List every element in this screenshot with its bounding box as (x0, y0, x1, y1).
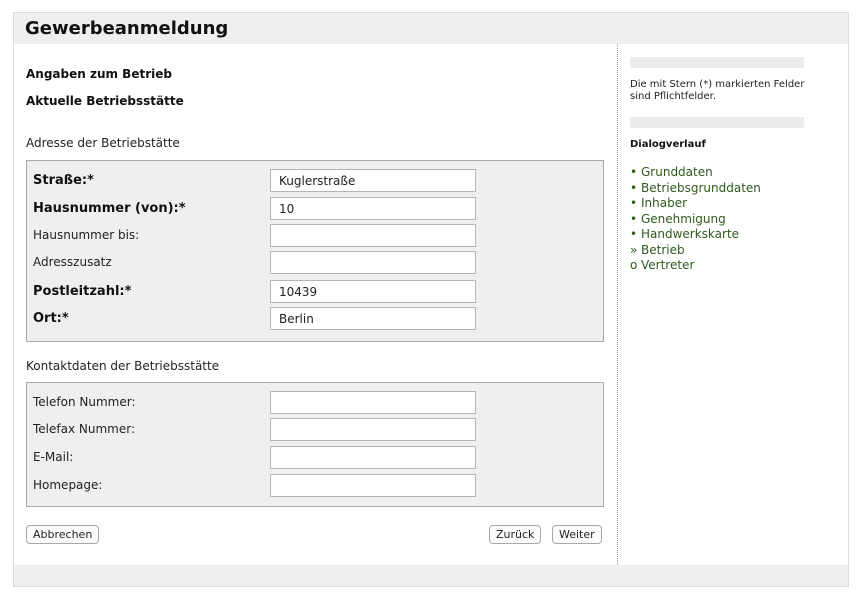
strasse-input[interactable] (270, 169, 476, 192)
field-row-hausnummer-bis: Hausnummer bis: (27, 224, 603, 248)
field-row-adresszusatz: Adresszusatz (27, 251, 603, 275)
dialog-step-betriebsgrunddaten[interactable]: • Betriebsgrunddaten (630, 181, 761, 197)
field-row-telefon: Telefon Nummer: (27, 391, 603, 415)
heading-betriebsstaette: Aktuelle Betriebsstätte (26, 94, 184, 108)
bullet-icon: • (630, 196, 638, 210)
dialog-step-inhaber[interactable]: • Inhaber (630, 196, 761, 212)
field-row-hausnummer-von: Hausnummer (von):* (27, 197, 603, 221)
dialog-step-grunddaten[interactable]: • Grunddaten (630, 165, 761, 181)
next-button[interactable]: Weiter (552, 525, 602, 544)
bullet-icon: • (630, 180, 638, 195)
sidebar-divider-middle (630, 117, 804, 128)
back-button[interactable]: Zurück (489, 525, 542, 544)
footer-bar (14, 565, 848, 586)
telefon-label: Telefon Nummer: (33, 395, 136, 409)
contact-fieldset: Telefon Nummer: Telefax Nummer: E-Mail: … (26, 382, 604, 507)
postleitzahl-input[interactable] (270, 280, 476, 303)
dialog-step-vertreter: o Vertreter (630, 258, 695, 272)
title-bar: Gewerbeanmeldung (14, 13, 848, 44)
homepage-label: Homepage: (33, 478, 103, 492)
heading-betrieb: Angaben zum Betrieb (26, 67, 172, 81)
cancel-button[interactable]: Abbrechen (26, 525, 100, 544)
homepage-input[interactable] (270, 474, 476, 497)
hausnummer-von-label: Hausnummer (von):* (33, 201, 186, 216)
field-row-strasse: Straße:* (27, 169, 603, 193)
telefax-label: Telefax Nummer: (33, 422, 135, 436)
adresszusatz-label: Adresszusatz (33, 255, 112, 269)
field-row-homepage: Homepage: (27, 474, 603, 498)
email-input[interactable] (270, 446, 476, 469)
hausnummer-von-input[interactable] (270, 197, 476, 220)
form-window: Gewerbeanmeldung Angaben zum Betrieb Akt… (13, 12, 849, 587)
required-fields-note: Die mit Stern (*) markierten Felder sind… (630, 79, 805, 102)
postleitzahl-label: Postleitzahl:* (33, 284, 132, 299)
field-row-ort: Ort:* (27, 307, 603, 331)
strasse-label: Straße:* (33, 173, 94, 188)
bullet-icon: • (630, 165, 638, 179)
current-step-icon: » (630, 242, 638, 257)
field-row-email: E-Mail: (27, 446, 603, 470)
contact-section-label: Kontaktdaten der Betriebsstätte (26, 359, 220, 373)
ort-input[interactable] (270, 307, 476, 330)
bullet-icon: • (630, 227, 638, 241)
dialog-step-betrieb: » Betrieb (630, 242, 685, 257)
open-circle-icon: o (630, 258, 638, 272)
page-title: Gewerbeanmeldung (25, 18, 229, 39)
ort-label: Ort:* (33, 311, 69, 326)
column-divider (617, 44, 618, 565)
bullet-icon: • (630, 211, 638, 226)
telefax-input[interactable] (270, 418, 476, 441)
hausnummer-bis-label: Hausnummer bis: (33, 228, 140, 242)
address-fieldset: Straße:* Hausnummer (von):* Hausnummer b… (26, 160, 604, 342)
dialog-history-heading: Dialogverlauf (630, 139, 706, 150)
hausnummer-bis-input[interactable] (270, 224, 476, 247)
dialog-step-handwerkskarte[interactable]: • Handwerkskarte (630, 227, 761, 243)
field-row-telefax: Telefax Nummer: (27, 418, 603, 442)
field-row-postleitzahl: Postleitzahl:* (27, 280, 603, 304)
sidebar-divider-top (630, 57, 804, 68)
address-section-label: Adresse der Betriebstätte (26, 136, 180, 150)
dialog-steps-list: • Grunddaten • Betriebsgrunddaten • Inhaber… (630, 165, 761, 274)
adresszusatz-input[interactable] (270, 251, 476, 274)
dialog-step-genehmigung[interactable]: • Genehmigung (630, 212, 761, 228)
email-label: E-Mail: (33, 450, 74, 464)
telefon-input[interactable] (270, 391, 476, 414)
